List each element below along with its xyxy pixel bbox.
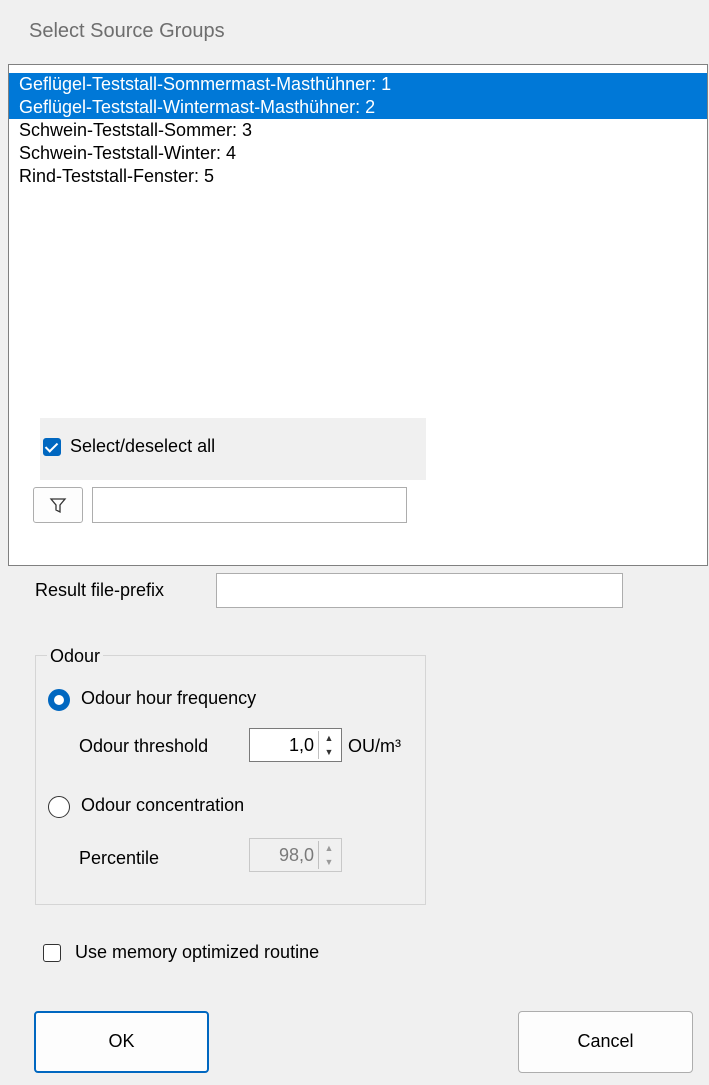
odour-threshold-stepper[interactable]: 1,0 ▲ ▼ <box>249 728 342 762</box>
spin-arrows[interactable]: ▲ ▼ <box>318 731 339 759</box>
result-prefix-label: Result file-prefix <box>35 580 165 600</box>
odour-concentration-label[interactable]: Odour concentration <box>81 795 244 816</box>
odour-threshold-label: Odour threshold <box>79 736 209 756</box>
odour-threshold-unit: OU/m³ <box>348 736 401 756</box>
list-item[interactable]: Geflügel-Teststall-Sommermast-Masthühner… <box>9 73 707 96</box>
check-icon <box>44 439 59 453</box>
list-item[interactable]: Schwein-Teststall-Sommer: 3 <box>9 119 252 142</box>
filter-button[interactable] <box>33 487 83 523</box>
select-all-checkbox[interactable] <box>43 438 61 456</box>
list-item[interactable]: Geflügel-Teststall-Wintermast-Masthühner… <box>9 96 707 119</box>
result-prefix-input[interactable] <box>216 573 623 608</box>
cancel-button[interactable]: Cancel <box>518 1011 693 1073</box>
percentile-value: 98,0 <box>278 845 314 865</box>
spin-down-icon[interactable]: ▼ <box>319 745 339 759</box>
odour-hour-frequency-radio[interactable] <box>48 689 70 711</box>
odour-threshold-value: 1,0 <box>288 735 314 755</box>
odour-concentration-radio[interactable] <box>48 796 70 818</box>
select-all-label[interactable]: Select/deselect all <box>70 436 215 457</box>
percentile-stepper: 98,0 ▲ ▼ <box>249 838 342 872</box>
spin-arrows: ▲ ▼ <box>318 841 339 869</box>
spin-up-icon[interactable]: ▲ <box>319 731 339 745</box>
memory-optimized-label[interactable]: Use memory optimized routine <box>75 942 319 963</box>
percentile-label: Percentile <box>79 848 160 868</box>
list-item[interactable]: Schwein-Teststall-Winter: 4 <box>9 142 236 165</box>
filter-icon <box>49 498 67 514</box>
odour-group-title: Odour <box>47 646 104 667</box>
odour-hour-frequency-label[interactable]: Odour hour frequency <box>81 688 256 709</box>
memory-optimized-checkbox[interactable] <box>43 944 61 962</box>
filter-input[interactable] <box>92 487 407 523</box>
ok-button[interactable]: OK <box>34 1011 209 1073</box>
dialog-title: Select Source Groups <box>29 20 225 42</box>
spin-down-icon: ▼ <box>324 857 334 867</box>
spin-up-icon: ▲ <box>324 843 334 853</box>
list-item[interactable]: Rind-Teststall-Fenster: 5 <box>9 165 214 188</box>
